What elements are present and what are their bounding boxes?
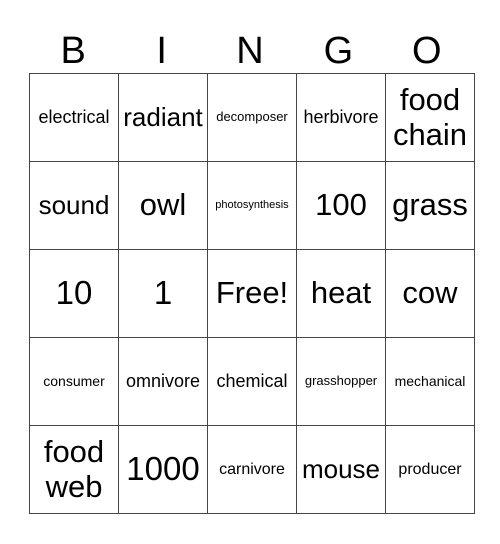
header-letter-b: B	[60, 30, 86, 72]
bingo-cell[interactable]: food web	[29, 425, 119, 514]
header-letter-g: G	[323, 30, 354, 72]
bingo-cell[interactable]: heat	[296, 249, 386, 338]
header-letter-i: I	[156, 30, 167, 72]
bingo-card: electrical radiant decomposer herbivore …	[29, 73, 475, 514]
bingo-row: 10 1 Free! heat cow	[29, 249, 475, 338]
header-letter-o: O	[412, 30, 442, 72]
bingo-row: sound owl photosynthesis 100 grass	[29, 161, 475, 250]
bingo-cell[interactable]: sound	[29, 161, 119, 250]
bingo-header: B I N G O	[29, 30, 471, 72]
free-space[interactable]: Free!	[207, 249, 297, 338]
bingo-cell[interactable]: 100	[296, 161, 386, 250]
bingo-cell[interactable]: decomposer	[207, 73, 297, 162]
bingo-cell[interactable]: 10	[29, 249, 119, 338]
bingo-cell[interactable]: mechanical	[385, 337, 475, 426]
bingo-cell[interactable]: owl	[118, 161, 208, 250]
bingo-cell[interactable]: mouse	[296, 425, 386, 514]
bingo-cell[interactable]: electrical	[29, 73, 119, 162]
header-letter-n: N	[236, 30, 264, 72]
bingo-cell[interactable]: grasshopper	[296, 337, 386, 426]
bingo-cell[interactable]: herbivore	[296, 73, 386, 162]
bingo-cell[interactable]: radiant	[118, 73, 208, 162]
bingo-row: electrical radiant decomposer herbivore …	[29, 73, 475, 162]
bingo-row: consumer omnivore chemical grasshopper m…	[29, 337, 475, 426]
bingo-cell[interactable]: omnivore	[118, 337, 208, 426]
bingo-cell[interactable]: cow	[385, 249, 475, 338]
bingo-cell[interactable]: photosynthesis	[207, 161, 297, 250]
bingo-cell[interactable]: 1000	[118, 425, 208, 514]
bingo-row: food web 1000 carnivore mouse producer	[29, 425, 475, 514]
bingo-cell[interactable]: chemical	[207, 337, 297, 426]
bingo-cell[interactable]: 1	[118, 249, 208, 338]
bingo-cell[interactable]: food chain	[385, 73, 475, 162]
bingo-cell[interactable]: carnivore	[207, 425, 297, 514]
bingo-cell[interactable]: producer	[385, 425, 475, 514]
bingo-cell[interactable]: consumer	[29, 337, 119, 426]
bingo-cell[interactable]: grass	[385, 161, 475, 250]
